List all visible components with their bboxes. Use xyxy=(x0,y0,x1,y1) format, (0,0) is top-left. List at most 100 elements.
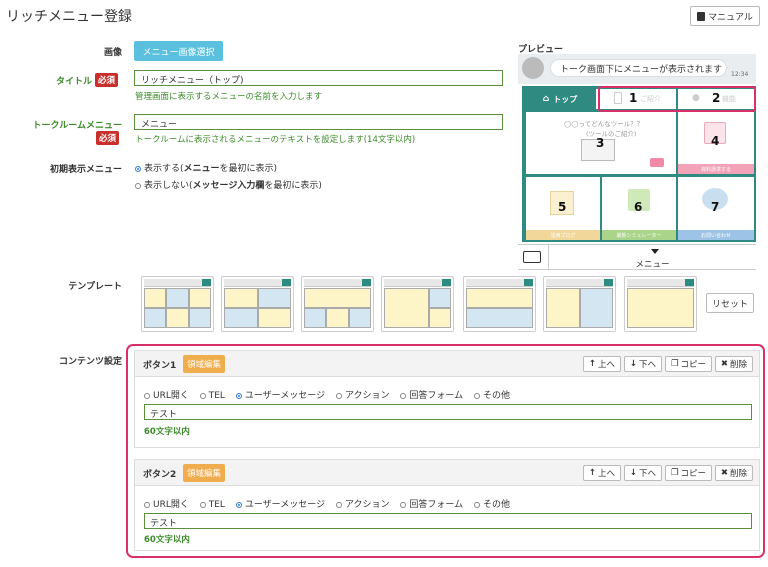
reset-button[interactable]: リセット xyxy=(706,293,754,313)
move-down-button[interactable]: ↓ 下へ xyxy=(624,356,662,372)
template-option[interactable] xyxy=(381,276,454,332)
template-option[interactable] xyxy=(221,276,294,332)
template-option[interactable] xyxy=(301,276,374,332)
radio-tel[interactable]: TEL xyxy=(199,500,225,510)
select-image-button[interactable]: メニュー画像選択 xyxy=(134,41,223,61)
radio-url[interactable]: URL開く xyxy=(144,500,189,510)
manual-label: マニュアル xyxy=(708,12,753,23)
move-down-label: 下へ xyxy=(639,360,657,370)
delete-label: 削除 xyxy=(730,469,748,479)
title-help: 管理画面に表示するメニューの名前を入力します xyxy=(135,92,323,102)
move-down-button[interactable]: ↓ 下へ xyxy=(624,465,662,481)
option-url-label: URL開く xyxy=(153,500,189,510)
menu-toggle-label[interactable]: メニュー xyxy=(549,258,756,270)
image-label: 画像 xyxy=(103,48,122,58)
cell6-strip: 最新シミュレーター xyxy=(602,230,676,240)
arrow-down-icon: ↓ xyxy=(629,359,638,369)
radio-user-message[interactable]: ユーザーメッセージ xyxy=(235,500,326,510)
template-option[interactable] xyxy=(463,276,536,332)
title-input[interactable]: リッチメニュー（トップ) xyxy=(134,70,503,86)
required-badge: 必須 xyxy=(96,131,120,145)
option-action-label: アクション xyxy=(344,391,390,401)
option-user-message-label: ユーザーメッセージ xyxy=(244,391,326,401)
area-edit-button[interactable]: 領域編集 xyxy=(183,464,226,482)
caret-down-icon xyxy=(651,249,659,254)
template-option[interactable] xyxy=(141,276,214,332)
content-settings-label: コンテンツ設定 xyxy=(58,357,122,367)
radio-answer-form[interactable]: 回答フォーム xyxy=(400,500,463,510)
cell7-strip: お問い合わせ xyxy=(678,230,754,240)
page-title: リッチメニュー登録 xyxy=(6,9,132,25)
radio-user-message[interactable]: ユーザーメッセージ xyxy=(235,391,326,401)
radio-unselected[interactable] xyxy=(135,182,141,189)
cell4-strip: 資料請求する xyxy=(678,164,754,174)
option-tel-label: TEL xyxy=(208,500,225,510)
message-text-input[interactable]: テスト xyxy=(144,513,752,529)
home-icon: ⌂ xyxy=(542,94,550,104)
copy-label: コピー xyxy=(680,360,707,370)
char-limit-note: 60文字以内 xyxy=(144,535,190,545)
manual-button[interactable]: マニュアル xyxy=(690,6,760,26)
avatar xyxy=(522,57,544,79)
menu-cell-4[interactable]: 資料請求する 4 xyxy=(678,112,754,174)
initial-display-label: 初期表示メニュー xyxy=(49,165,122,175)
copy-button[interactable]: ❐ コピー xyxy=(665,465,712,481)
radio-tel[interactable]: TEL xyxy=(199,391,225,401)
arrow-up-icon: ↑ xyxy=(588,468,597,478)
talk-menu-input[interactable]: メニュー xyxy=(134,114,503,130)
radio-url[interactable]: URL開く xyxy=(144,391,189,401)
radio-other[interactable]: その他 xyxy=(474,391,510,401)
menu-cell-6[interactable]: 最新シミュレーター 6 xyxy=(602,177,676,240)
action-type-group: URL開く TEL ユーザーメッセージ アクション 回答フォーム その他 xyxy=(144,497,518,510)
copy-label: コピー xyxy=(680,469,707,479)
option-url-label: URL開く xyxy=(153,391,189,401)
close-icon: ✖ xyxy=(720,359,729,369)
menu-cell-5[interactable]: 活用ブログ 5 xyxy=(526,177,600,240)
template-option[interactable] xyxy=(624,276,697,332)
initial-option-show[interactable]: 表示する(メニューを最初に表示) xyxy=(135,161,277,174)
delete-label: 削除 xyxy=(730,360,748,370)
option-bold: メッセージ入力欄 xyxy=(192,181,265,191)
cell3-text1: ◯◯ってどんなツール？？ xyxy=(564,120,644,128)
message-text-input[interactable]: テスト xyxy=(144,404,752,420)
move-down-label: 下へ xyxy=(639,469,657,479)
button-panel-2: ボタン2 領域編集 ↑ 上へ ↓ 下へ ❐ コピー ✖ 削除 URL開く TEL ユーザ… xyxy=(134,459,760,551)
option-pre: 表示しない( xyxy=(144,181,193,191)
chat-time: 12:34 xyxy=(731,71,749,78)
move-up-label: 上へ xyxy=(598,469,616,479)
delete-button[interactable]: ✖ 削除 xyxy=(715,356,753,372)
radio-selected[interactable] xyxy=(135,165,141,172)
move-up-label: 上へ xyxy=(598,360,616,370)
radio-other[interactable]: その他 xyxy=(474,500,510,510)
menu-cell-3[interactable]: ◯◯ってどんなツール？？ (ツールのご紹介) 3 xyxy=(526,112,676,174)
button-1-title: ボタン1 xyxy=(143,361,177,371)
move-up-button[interactable]: ↑ 上へ xyxy=(583,465,621,481)
option-user-message-label: ユーザーメッセージ xyxy=(244,500,326,510)
move-up-button[interactable]: ↑ 上へ xyxy=(583,356,621,372)
cell-7-number: 7 xyxy=(711,200,720,214)
radio-answer-form[interactable]: 回答フォーム xyxy=(400,391,463,401)
delete-button[interactable]: ✖ 削除 xyxy=(715,465,753,481)
option-action-label: アクション xyxy=(344,500,390,510)
title-label: タイトル xyxy=(55,77,92,87)
radio-action[interactable]: アクション xyxy=(335,500,390,510)
option-bold: メニュー xyxy=(183,164,220,174)
menu-cell-7[interactable]: お問い合わせ 7 xyxy=(678,177,754,240)
keyboard-icon[interactable] xyxy=(523,251,541,263)
option-answer-form-label: 回答フォーム xyxy=(409,391,464,401)
copy-icon: ❐ xyxy=(670,468,679,478)
initial-option-hide[interactable]: 表示しない(メッセージ入力欄を最初に表示) xyxy=(135,178,322,191)
template-option[interactable] xyxy=(543,276,616,332)
button-panel-1: ボタン1 領域編集 ↑ 上へ ↓ 下へ ❐ コピー ✖ 削除 URL開く TEL ユーザ… xyxy=(134,350,760,448)
radio-action[interactable]: アクション xyxy=(335,391,390,401)
play-icon xyxy=(650,158,664,167)
tab-highlight xyxy=(598,86,756,112)
talk-menu-label: トークルームメニュー xyxy=(32,121,122,131)
area-edit-button[interactable]: 領域編集 xyxy=(183,355,226,373)
option-other-label: その他 xyxy=(483,391,511,401)
close-icon: ✖ xyxy=(720,468,729,478)
tab-top[interactable]: ⌂ トップ xyxy=(526,89,594,109)
option-answer-form-label: 回答フォーム xyxy=(409,500,464,510)
arrow-up-icon: ↑ xyxy=(588,359,597,369)
copy-button[interactable]: ❐ コピー xyxy=(665,356,712,372)
